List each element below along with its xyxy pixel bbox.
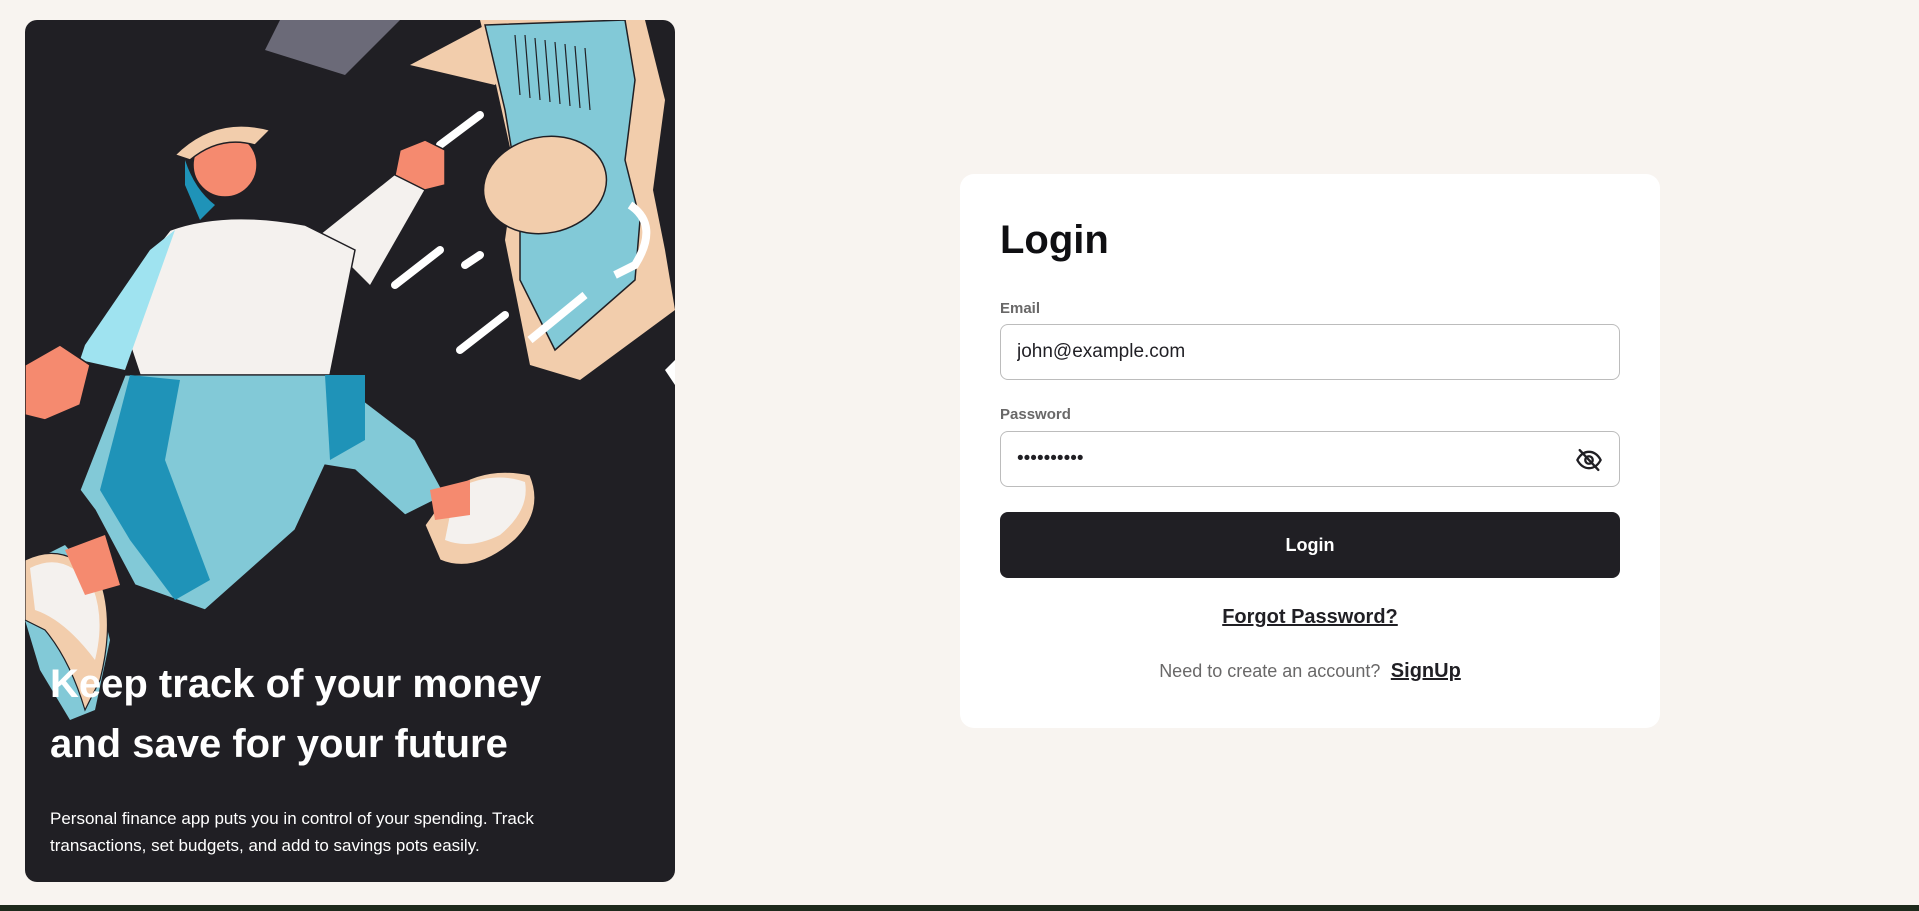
signup-row: Need to create an account? SignUp — [960, 660, 1660, 683]
forgot-password-link[interactable]: Forgot Password? — [960, 606, 1660, 629]
login-card: Login Email Password Login Forgot Passwo… — [960, 174, 1660, 728]
email-label: Email — [1000, 300, 1041, 317]
hero-panel: Keep track of your money and save for yo… — [25, 20, 675, 882]
email-input[interactable] — [1017, 325, 1557, 379]
bottom-border-strip — [0, 905, 1919, 911]
password-input[interactable] — [1017, 432, 1557, 486]
eye-slash-icon[interactable] — [1573, 444, 1605, 476]
password-label: Password — [1000, 406, 1071, 423]
hero-title: Keep track of your money and save for yo… — [50, 662, 542, 766]
hero-description: Personal finance app puts you in control… — [50, 809, 534, 855]
login-button[interactable]: Login — [1000, 512, 1620, 578]
signup-prompt: Need to create an account? — [1159, 661, 1381, 681]
signup-link[interactable]: SignUp — [1391, 660, 1461, 682]
login-page: Keep track of your money and save for yo… — [0, 0, 1919, 911]
email-field-wrapper — [1000, 324, 1620, 380]
password-field-wrapper — [1000, 431, 1620, 487]
login-title: Login — [1000, 218, 1109, 262]
